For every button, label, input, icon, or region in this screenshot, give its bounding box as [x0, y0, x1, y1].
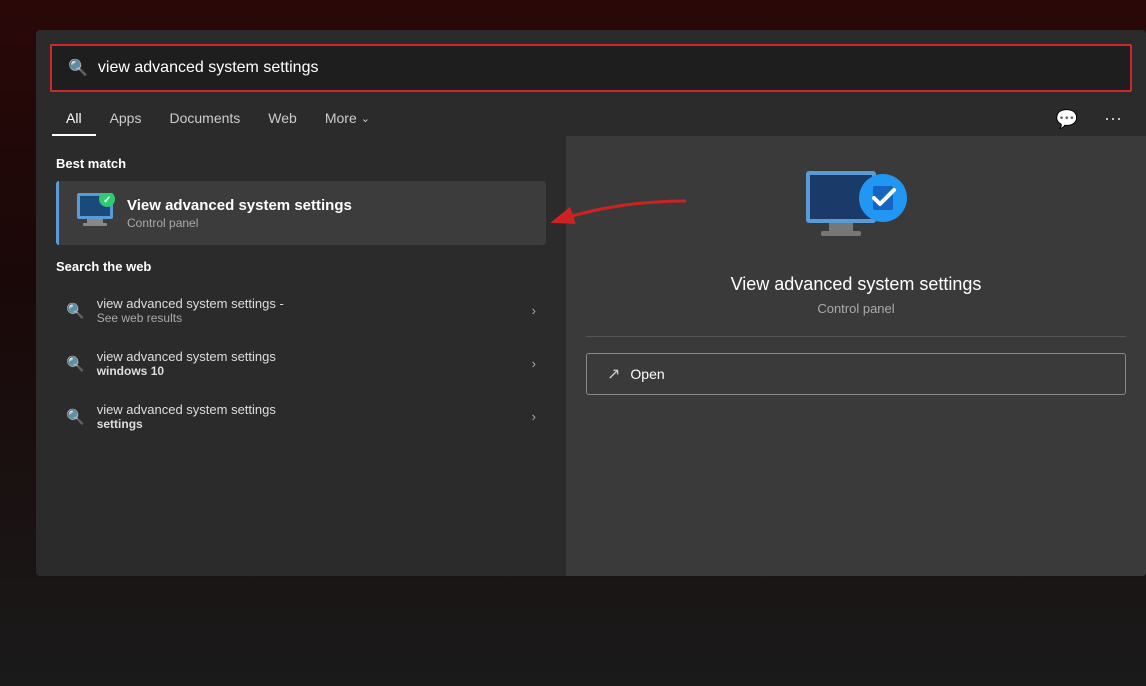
best-match-app-icon: ✓ [73, 193, 113, 233]
main-content: Best match ✓ [36, 136, 1146, 576]
web-result-chevron-2: › [532, 409, 536, 424]
best-match-label: Best match [56, 156, 546, 171]
web-result-sub-1: windows 10 [97, 364, 520, 378]
web-result-main-0: view advanced system settings - [97, 296, 520, 311]
best-match-subtitle: Control panel [127, 216, 532, 230]
web-search-icon-1: 🔍 [66, 355, 85, 373]
tab-documents[interactable]: Documents [155, 102, 254, 136]
tab-apps[interactable]: Apps [96, 102, 156, 136]
web-search-icon-0: 🔍 [66, 302, 85, 320]
tab-web[interactable]: Web [254, 102, 311, 136]
web-result-sub-0: See web results [97, 311, 520, 325]
tab-all[interactable]: All [52, 102, 96, 136]
detail-title: View advanced system settings [731, 274, 982, 295]
web-result-sub-2: settings [97, 417, 520, 431]
detail-icon-wrap [801, 166, 911, 256]
left-panel: Best match ✓ [36, 136, 566, 576]
right-panel: View advanced system settings Control pa… [566, 136, 1146, 576]
detail-subtitle: Control panel [817, 301, 894, 316]
web-result-item-0[interactable]: 🔍 view advanced system settings - See we… [56, 284, 546, 337]
web-result-text-2: view advanced system settings settings [97, 402, 520, 431]
web-search-icon-2: 🔍 [66, 408, 85, 426]
open-button-label: Open [630, 366, 664, 382]
open-external-icon: ↗ [607, 364, 620, 384]
web-result-chevron-1: › [532, 356, 536, 371]
web-result-text-0: view advanced system settings - See web … [97, 296, 520, 325]
chevron-down-icon: ⌄ [361, 112, 370, 125]
search-icon: 🔍 [68, 58, 88, 78]
search-bar[interactable]: 🔍 view advanced system settings [50, 44, 1132, 92]
web-result-main-2: view advanced system settings [97, 402, 520, 417]
tabs-right-actions: 💬 ⋯ [1048, 105, 1130, 134]
feedback-icon[interactable]: 💬 [1048, 105, 1086, 134]
web-result-text-1: view advanced system settings windows 10 [97, 349, 520, 378]
web-result-item-1[interactable]: 🔍 view advanced system settings windows … [56, 337, 546, 390]
svg-text:✓: ✓ [103, 195, 111, 206]
detail-divider [586, 336, 1126, 337]
search-web-label: Search the web [56, 259, 546, 274]
more-options-icon[interactable]: ⋯ [1096, 105, 1130, 134]
best-match-title: View advanced system settings [127, 197, 532, 214]
web-result-main-1: view advanced system settings [97, 349, 520, 364]
tabs-row: All Apps Documents Web More ⌄ 💬 ⋯ [36, 92, 1146, 136]
open-button[interactable]: ↗ Open [586, 353, 1126, 395]
best-match-text-block: View advanced system settings Control pa… [127, 197, 532, 230]
search-input[interactable]: view advanced system settings [98, 59, 1114, 77]
tab-more[interactable]: More ⌄ [311, 102, 384, 136]
detail-app-icon [801, 166, 911, 256]
web-result-chevron-0: › [532, 303, 536, 318]
web-result-item-2[interactable]: 🔍 view advanced system settings settings… [56, 390, 546, 443]
best-match-item[interactable]: ✓ View advanced system settings Control … [56, 181, 546, 245]
